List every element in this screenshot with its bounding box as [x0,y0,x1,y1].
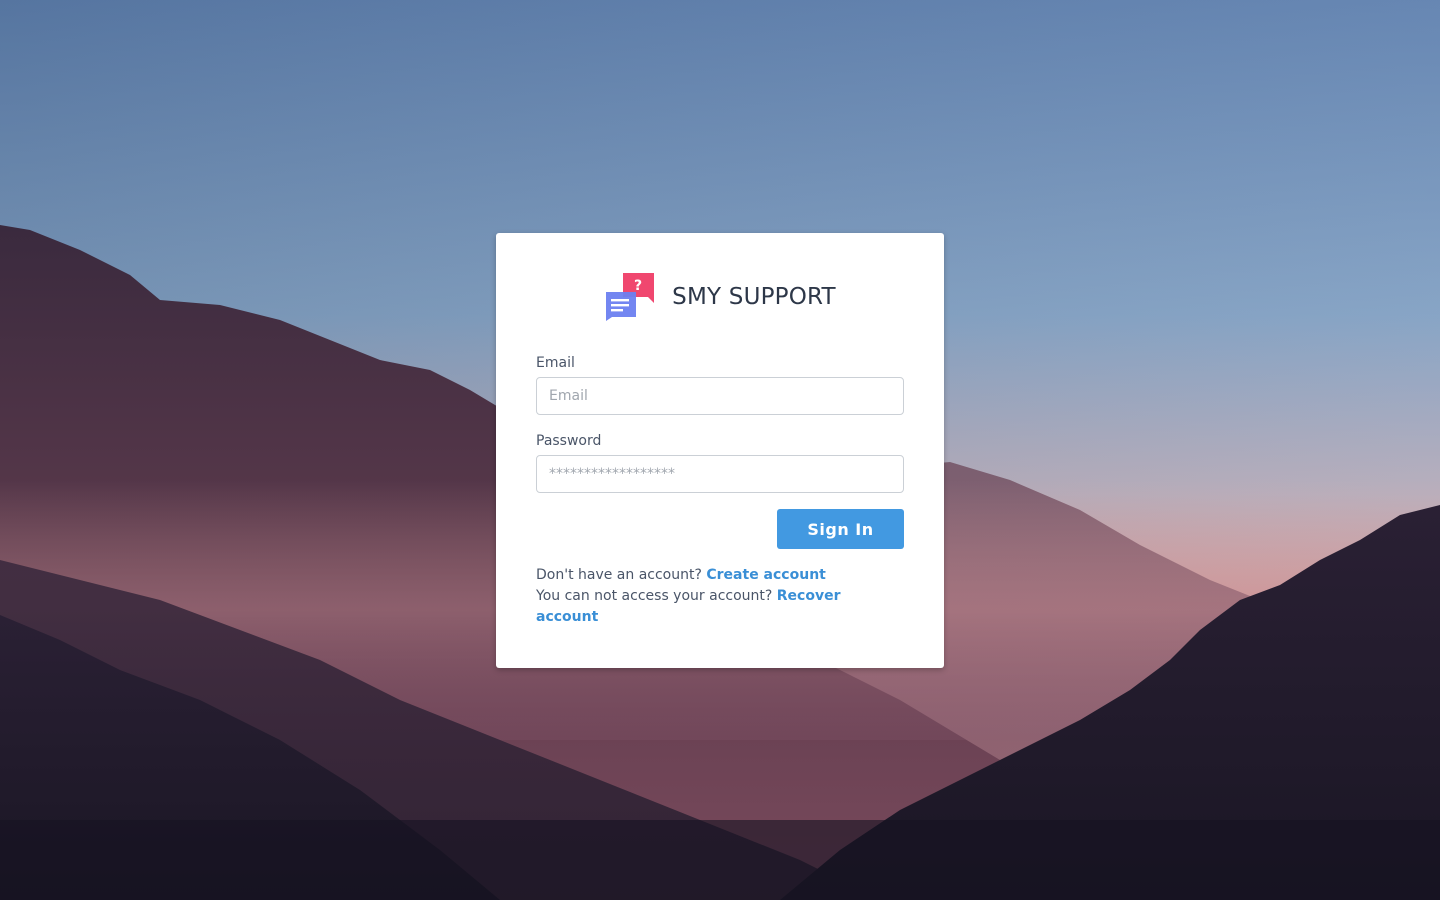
email-input[interactable] [536,377,904,415]
recover-row: You can not access your account? Recover… [536,586,856,628]
chat-question-icon: ? [606,273,655,321]
email-label: Email [536,355,575,371]
brand-title: SMY SUPPORT [672,284,836,310]
brand-header: ? SMY SUPPORT [496,273,944,321]
recover-prompt: You can not access your account? [536,588,773,604]
signup-row: Don't have an account? Create account [536,565,856,586]
login-card: ? SMY SUPPORT Email Password Sign In Don… [496,233,944,668]
signup-prompt: Don't have an account? [536,567,702,583]
sign-in-button[interactable]: Sign In [777,509,904,549]
account-links: Don't have an account? Create account Yo… [536,565,856,628]
create-account-link[interactable]: Create account [706,567,825,583]
svg-text:?: ? [634,278,642,294]
password-label: Password [536,433,602,449]
password-input[interactable] [536,455,904,493]
